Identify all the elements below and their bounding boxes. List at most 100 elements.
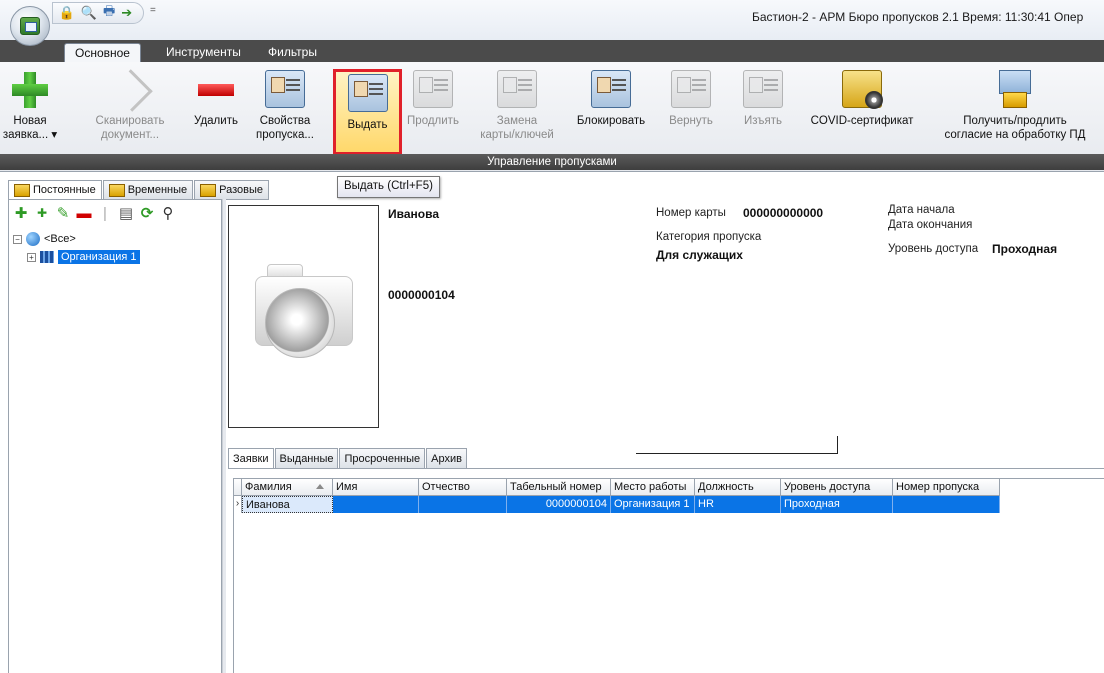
extend-label: Продлить <box>407 115 459 127</box>
card-edit-icon <box>265 70 305 108</box>
exit-icon[interactable]: ➔ <box>121 5 132 21</box>
one-time-pass-icon <box>200 183 217 197</box>
tab-permanent-label: Постоянные <box>33 184 96 196</box>
issue-button[interactable]: Выдать <box>333 69 402 155</box>
replace-card-button[interactable]: Замена карты/ключей <box>472 70 562 160</box>
pass-properties-button[interactable]: Свойства пропуска... <box>250 70 320 160</box>
tooltip: Выдать (Ctrl+F5) <box>337 176 440 198</box>
add-subitem-icon[interactable]: ✚ <box>34 205 50 221</box>
return-button[interactable]: Вернуть <box>662 70 720 160</box>
cell-position[interactable]: HR <box>695 496 781 513</box>
tree-item-organization[interactable]: + Организация 1 <box>13 248 217 266</box>
tab-tools[interactable]: Инструменты <box>156 43 251 62</box>
collapse-icon[interactable]: − <box>13 234 22 244</box>
consent-lock-icon <box>995 70 1035 108</box>
grid-header: Фамилия Имя Отчество Табельный номер Мес… <box>234 479 1000 496</box>
extend-button[interactable]: Продлить <box>404 70 462 160</box>
tree-item-organization-label: Организация 1 <box>58 250 140 264</box>
card-number-value: 000000000000 <box>743 206 824 220</box>
block-card-icon <box>591 70 631 108</box>
title-bar: 🔒 🔍 🖶 ➔ = Бастион-2 - АРМ Бюро пропусков… <box>0 0 1104 46</box>
tree-item-all[interactable]: − <Все> <box>13 230 217 248</box>
return-label: Вернуть <box>669 115 713 127</box>
left-toolbar: ✚ ✚ ✎ ▬ | ▤ ⟳ ⚲ <box>9 200 221 226</box>
app-menu-button[interactable] <box>10 6 50 46</box>
tab-archive[interactable]: Архив <box>426 448 467 469</box>
seize-card-icon <box>743 70 783 108</box>
access-level-label: Уровень доступа <box>888 243 979 255</box>
delete-icon[interactable]: ▬ <box>76 205 92 221</box>
replace-card-label: Замена карты/ключей <box>480 115 554 141</box>
requests-grid: Фамилия Имя Отчество Табельный номер Мес… <box>233 478 1104 673</box>
document-icon[interactable]: ▤ <box>118 205 134 221</box>
consent-button[interactable]: Получить/продлить согласие на обработку … <box>928 70 1102 160</box>
column-header-workplace[interactable]: Место работы <box>611 479 695 496</box>
tab-one-time-label: Разовые <box>219 184 263 196</box>
tab-temporary-label: Временные <box>127 184 188 196</box>
cell-access-level[interactable]: Проходная <box>781 496 893 513</box>
photo-frame[interactable] <box>228 205 379 428</box>
column-header-position[interactable]: Должность <box>695 479 781 496</box>
column-header-pass-number[interactable]: Номер пропуска <box>893 479 1000 496</box>
tab-temporary[interactable]: Временные <box>102 180 194 200</box>
covid-certificate-button[interactable]: COVID-сертификат <box>804 70 920 160</box>
panel-splitter[interactable] <box>222 199 226 673</box>
print-icon[interactable]: 🖶 <box>103 3 115 21</box>
cell-surname[interactable]: Иванова <box>242 496 333 513</box>
tab-filters[interactable]: Фильтры <box>258 43 327 62</box>
tab-issued[interactable]: Выданные <box>274 448 339 469</box>
column-header-employee-number[interactable]: Табельный номер <box>507 479 611 496</box>
cell-patronymic[interactable] <box>419 496 507 513</box>
seize-button[interactable]: Изъять <box>738 70 788 160</box>
end-date-label: Дата окончания <box>888 219 973 231</box>
new-request-button[interactable]: Новая заявка... ▾ <box>2 70 58 160</box>
pass-category-label: Категория пропуска <box>656 231 762 243</box>
qat-customize-icon[interactable]: = <box>150 5 156 16</box>
scan-document-button[interactable]: Сканировать документ... <box>90 70 170 160</box>
consent-label: Получить/продлить согласие на обработку … <box>944 115 1086 141</box>
table-row[interactable]: › Иванова 0000000104 Организация 1 HR Пр… <box>234 496 1000 513</box>
start-date-label: Дата начала <box>888 204 955 216</box>
column-header-surname-label: Фамилия <box>245 481 292 493</box>
tab-permanent[interactable]: Постоянные <box>8 180 102 200</box>
block-button[interactable]: Блокировать <box>566 70 656 160</box>
minus-icon <box>196 70 236 108</box>
card-number-label: Номер карты <box>656 207 726 219</box>
cell-workplace[interactable]: Организация 1 <box>611 496 695 513</box>
organization-icon <box>40 251 54 263</box>
covid-certificate-icon <box>842 70 883 109</box>
divider-tick <box>837 436 838 454</box>
delete-button[interactable]: Удалить <box>188 70 244 160</box>
column-header-patronymic[interactable]: Отчество <box>419 479 507 496</box>
organization-tree: − <Все> + Организация 1 <box>9 226 221 270</box>
camera-lens <box>265 288 335 358</box>
edit-icon[interactable]: ✎ <box>55 205 71 221</box>
row-indicator-header <box>234 479 242 496</box>
tab-one-time[interactable]: Разовые <box>194 180 269 200</box>
add-icon[interactable]: ✚ <box>13 205 29 221</box>
tab-requests[interactable]: Заявки <box>228 448 274 469</box>
sort-ascending-icon <box>316 484 324 489</box>
refresh-icon[interactable]: ⟳ <box>139 205 155 221</box>
pass-properties-label: Свойства пропуска... <box>256 115 314 141</box>
separator: | <box>103 204 107 222</box>
search-icon[interactable]: 🔍 <box>81 5 97 21</box>
column-header-name[interactable]: Имя <box>333 479 419 496</box>
lock-icon[interactable]: 🔒 <box>59 5 75 21</box>
ribbon-tab-bar: Основное Инструменты Фильтры <box>0 40 1104 62</box>
expand-icon[interactable]: + <box>27 252 36 262</box>
tab-main[interactable]: Основное <box>64 43 141 62</box>
cell-employee-number[interactable]: 0000000104 <box>507 496 611 513</box>
tab-expired[interactable]: Просроченные <box>339 448 426 469</box>
cell-name[interactable] <box>333 496 419 513</box>
extend-card-icon <box>413 70 453 108</box>
return-card-icon <box>671 70 711 108</box>
app-logo-icon <box>20 17 40 35</box>
column-header-access-level[interactable]: Уровень доступа <box>781 479 893 496</box>
issue-label: Выдать <box>347 119 388 131</box>
cell-pass-number[interactable] <box>893 496 1000 513</box>
pass-category-value: Для служащих <box>656 248 743 262</box>
search-icon[interactable]: ⚲ <box>160 205 176 221</box>
column-header-surname[interactable]: Фамилия <box>242 479 333 496</box>
new-request-label: Новая заявка... ▾ <box>2 115 58 141</box>
